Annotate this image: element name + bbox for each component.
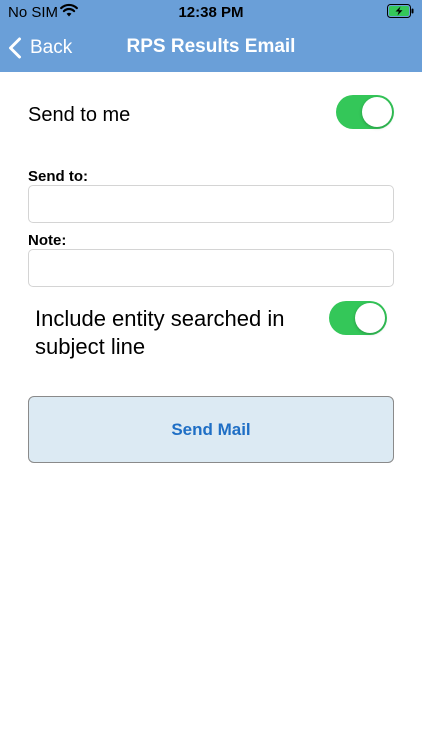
note-label: Note: (28, 232, 67, 249)
toggle-knob (355, 303, 385, 333)
toggle-knob (362, 97, 392, 127)
include-entity-label: Include entity searched in subject line (35, 306, 285, 359)
status-time: 12:38 PM (178, 4, 244, 21)
send-to-me-label: Send to me (28, 104, 131, 126)
battery-charging-icon (387, 4, 414, 18)
send-to-label: Send to: (28, 168, 88, 185)
send-mail-label: Send Mail (171, 419, 251, 439)
page-title: RPS Results Email (126, 36, 296, 57)
navigation-bar: Back RPS Results Email (0, 24, 422, 72)
send-mail-button[interactable]: Send Mail (28, 396, 394, 463)
send-to-me-toggle[interactable] (336, 95, 394, 129)
status-bar: No SIM 12:38 PM (0, 0, 422, 24)
note-input[interactable] (28, 249, 394, 287)
send-to-input[interactable] (28, 185, 394, 223)
include-entity-toggle[interactable] (329, 301, 387, 335)
